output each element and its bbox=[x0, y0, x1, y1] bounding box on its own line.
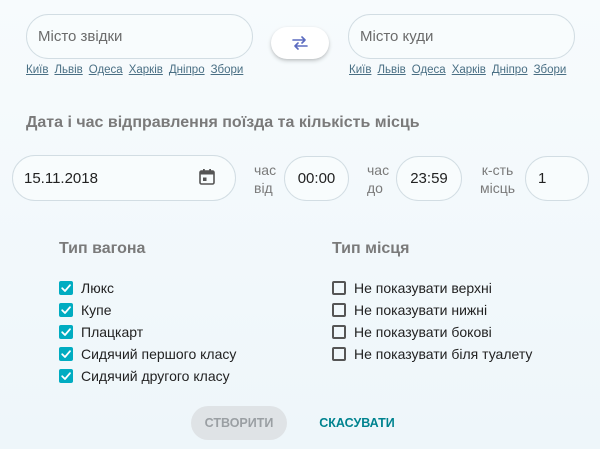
city-from-input[interactable]: Місто звідки bbox=[26, 14, 253, 59]
seat-type-option[interactable]: Не показувати бокові bbox=[332, 323, 532, 341]
time-from-input[interactable]: 00:00 bbox=[284, 156, 349, 201]
checkbox-checked-icon[interactable] bbox=[59, 281, 73, 295]
checkbox-checked-icon[interactable] bbox=[59, 369, 73, 383]
cancel-button[interactable]: СКАСУВАТИ bbox=[308, 406, 406, 440]
quick-city-to[interactable]: Дніпро bbox=[492, 64, 528, 76]
quick-cities-to: Київ Львів Одеса Харків Дніпро Збори bbox=[349, 64, 566, 76]
seat-count-input[interactable]: 1 bbox=[525, 156, 589, 201]
city-to-input[interactable]: Місто куди bbox=[348, 14, 575, 59]
wagon-type-option[interactable]: Люкс bbox=[59, 279, 236, 297]
date-field[interactable]: 15.11.2018 bbox=[12, 155, 236, 201]
checkbox-checked-icon[interactable] bbox=[59, 325, 73, 339]
seat-type-list: Не показувати верхні Не показувати нижні Н… bbox=[332, 279, 532, 363]
checkbox-label: Сидячий першого класу bbox=[81, 346, 237, 362]
checkbox-label: Не показувати біля туалету bbox=[354, 346, 533, 362]
seat-type-option[interactable]: Не показувати верхні bbox=[332, 279, 532, 297]
quick-city-from[interactable]: Львів bbox=[54, 64, 82, 76]
checkbox-unchecked-icon[interactable] bbox=[332, 281, 346, 295]
checkbox-checked-icon[interactable] bbox=[59, 347, 73, 361]
quick-city-to[interactable]: Одеса bbox=[412, 64, 446, 76]
wagon-type-option[interactable]: Сидячий другого класу bbox=[59, 367, 236, 385]
quick-city-from[interactable]: Київ bbox=[26, 64, 48, 76]
checkbox-checked-icon[interactable] bbox=[59, 303, 73, 317]
quick-cities-from: Київ Львів Одеса Харків Дніпро Збори bbox=[26, 64, 243, 76]
checkbox-unchecked-icon[interactable] bbox=[332, 325, 346, 339]
time-from-label: час від bbox=[254, 162, 277, 196]
seat-type-option[interactable]: Не показувати біля туалету bbox=[332, 345, 532, 363]
seat-type-option[interactable]: Не показувати нижні bbox=[332, 301, 532, 319]
date-value: 15.11.2018 bbox=[24, 169, 98, 187]
quick-city-from[interactable]: Збори bbox=[211, 64, 244, 76]
quick-city-from[interactable]: Дніпро bbox=[169, 64, 205, 76]
checkbox-label: Не показувати нижні bbox=[354, 302, 488, 318]
checkbox-unchecked-icon[interactable] bbox=[332, 347, 346, 361]
quick-city-to[interactable]: Збори bbox=[534, 64, 567, 76]
checkbox-label: Не показувати бокові bbox=[354, 324, 492, 340]
checkbox-label: Купе bbox=[81, 302, 112, 318]
checkbox-label: Сидячий другого класу bbox=[81, 368, 230, 384]
time-to-label: час до bbox=[367, 162, 390, 196]
seat-type-title: Тип місця bbox=[332, 240, 410, 257]
calendar-icon[interactable] bbox=[198, 168, 216, 186]
checkbox-label: Плацкарт bbox=[81, 324, 144, 340]
time-to-input[interactable]: 23:59 bbox=[396, 156, 462, 201]
wagon-type-option[interactable]: Купе bbox=[59, 301, 236, 319]
checkbox-label: Не показувати верхні bbox=[354, 280, 492, 296]
wagon-type-title: Тип вагона bbox=[59, 240, 146, 257]
checkbox-unchecked-icon[interactable] bbox=[332, 303, 346, 317]
wagon-type-list: Люкс Купе Плацкарт Сидячий першого класу Сид… bbox=[59, 279, 236, 385]
swap-cities-button[interactable] bbox=[271, 27, 329, 59]
create-button[interactable]: СТВОРИТИ bbox=[191, 406, 287, 440]
datetime-section-title: Дата і час відправлення поїзда та кількі… bbox=[26, 114, 420, 131]
quick-city-from[interactable]: Харків bbox=[129, 64, 163, 76]
wagon-type-option[interactable]: Плацкарт bbox=[59, 323, 236, 341]
checkbox-label: Люкс bbox=[81, 280, 114, 296]
quick-city-to[interactable]: Київ bbox=[349, 64, 371, 76]
quick-city-to[interactable]: Львів bbox=[377, 64, 405, 76]
quick-city-to[interactable]: Харків bbox=[452, 64, 486, 76]
quick-city-from[interactable]: Одеса bbox=[89, 64, 123, 76]
swap-horizontal-icon bbox=[292, 36, 308, 50]
wagon-type-option[interactable]: Сидячий першого класу bbox=[59, 345, 236, 363]
seat-count-label: к-сть місць bbox=[480, 162, 516, 196]
